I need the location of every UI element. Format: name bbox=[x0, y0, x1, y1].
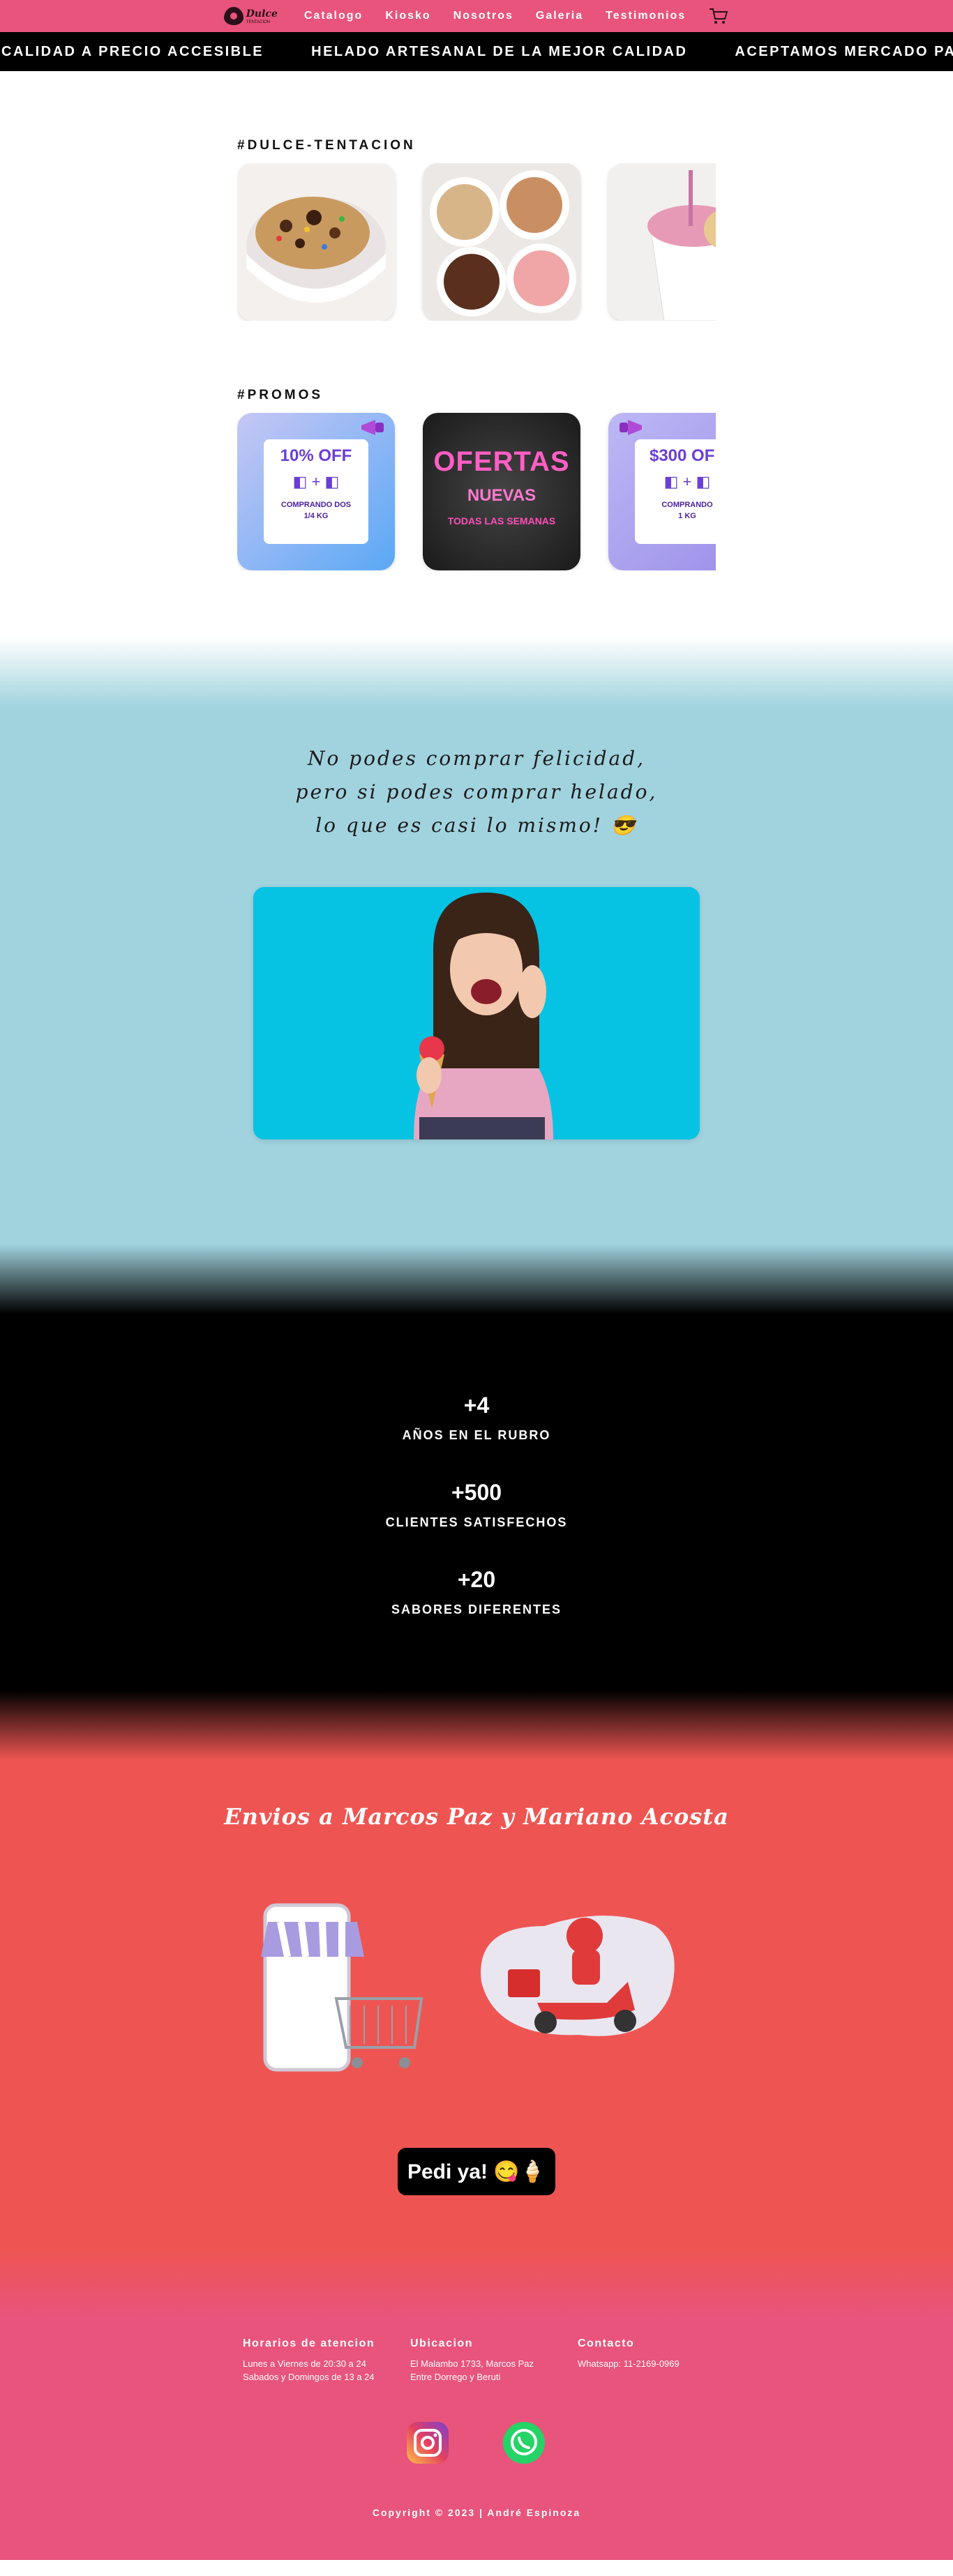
footer-hours: Horarios de atencion Lunes a Viernes de … bbox=[243, 2338, 375, 2384]
promo-card-ofertas[interactable]: OFERTAS NUEVAS TODAS LAS SEMANAS bbox=[423, 413, 580, 570]
footer-hours-line: Lunes a Viernes de 20:30 a 24 bbox=[243, 2358, 366, 2369]
megaphone-icon bbox=[614, 417, 645, 438]
promo-neon-title: OFERTAS bbox=[433, 446, 570, 477]
promo-panel: $300 OFF ◧ + ◧ COMPRANDO 1 KG bbox=[635, 439, 716, 544]
footer-hours-text: Lunes a Viernes de 20:30 a 24 Sabados y … bbox=[243, 2357, 375, 2384]
stat-years: +4 AÑOS EN EL RUBRO bbox=[0, 1393, 953, 1443]
gallery-image-ice-cream-tubs[interactable] bbox=[423, 163, 580, 321]
promos-section: #PROMOS 10% OFF ◧ + ◧ COMPRANDO DOS 1/4 … bbox=[237, 321, 716, 570]
quote-line: pero si podes comprar helado, bbox=[295, 780, 658, 803]
stat-value: +20 bbox=[457, 1567, 496, 1592]
gallery-section: #DULCE-TENTACION bbox=[237, 71, 716, 321]
nav-link-kiosko[interactable]: Kiosko bbox=[385, 10, 430, 22]
delivery-title: Envios a Marcos Paz y Mariano Acosta bbox=[224, 1803, 729, 1830]
order-now-button[interactable]: Pedi ya! 😋🍦 bbox=[398, 2148, 555, 2195]
gallery-image-cookie-cup[interactable] bbox=[237, 163, 395, 321]
footer-hours-title: Horarios de atencion bbox=[243, 2338, 375, 2349]
footer-location: Ubicacion El Malambo 1733, Marcos Paz En… bbox=[410, 2338, 534, 2384]
delivery-section: Envios a Marcos Paz y Mariano Acosta Ped… bbox=[0, 1725, 953, 2318]
stat-value: +4 bbox=[463, 1393, 490, 1418]
shop-cart-illustration bbox=[260, 1901, 428, 2077]
logo[interactable]: Dulce TENTACION bbox=[223, 7, 278, 25]
footer-location-text: El Malambo 1733, Marcos Paz Entre Dorreg… bbox=[410, 2357, 534, 2384]
promos-carousel[interactable]: 10% OFF ◧ + ◧ COMPRANDO DOS 1/4 KG OFERT… bbox=[237, 413, 716, 570]
gallery-title: #DULCE-TENTACION bbox=[237, 138, 416, 153]
gradient-fade bbox=[0, 1690, 953, 1760]
promo-panel: 10% OFF ◧ + ◧ COMPRANDO DOS 1/4 KG bbox=[264, 439, 368, 544]
gallery-carousel[interactable] bbox=[237, 163, 716, 321]
footer-contact-text: Whatsapp: 11-2169-0969 bbox=[578, 2357, 680, 2370]
logo-text: Dulce bbox=[246, 8, 278, 20]
logo-subtext: TENTACION bbox=[246, 20, 271, 24]
nav-link-nosotros[interactable]: Nosotros bbox=[453, 10, 513, 22]
footer-contact-line: Whatsapp: 11-2169-0969 bbox=[578, 2358, 680, 2369]
promo-line: 1/4 KG bbox=[303, 512, 329, 520]
promo-neon-caption: TODAS LAS SEMANAS bbox=[447, 515, 556, 526]
footer: Horarios de atencion Lunes a Viernes de … bbox=[0, 2283, 953, 2560]
delivery-scooter-illustration bbox=[467, 1905, 677, 2043]
footer-contact-title: Contacto bbox=[578, 2338, 635, 2349]
logo-wordmark: Dulce TENTACION bbox=[246, 8, 278, 24]
footer-contact: Contacto Whatsapp: 11-2169-0969 bbox=[578, 2338, 680, 2370]
footer-location-line: El Malambo 1733, Marcos Paz bbox=[410, 2358, 534, 2369]
promo-line: 1 KG bbox=[678, 512, 696, 520]
cart-icon[interactable] bbox=[708, 7, 729, 25]
copyright-text: Copyright © 2023 | André Espinoza bbox=[372, 2507, 581, 2518]
quote-text: No podes comprar felicidad, pero si pode… bbox=[0, 672, 953, 842]
nav-link-testimonios[interactable]: Testimonios bbox=[606, 10, 686, 22]
marquee-item: HELADO ARTESANAL DE LA MEJOR CALIDAD bbox=[311, 43, 688, 59]
promo-headline: 10% OFF bbox=[280, 446, 352, 465]
quote-line: lo que es casi lo mismo! 😎 bbox=[315, 814, 638, 837]
stat-label: CLIENTES SATISFECHOS bbox=[385, 1515, 568, 1529]
footer-hours-line: Sabados y Domingos de 13 a 24 bbox=[243, 2372, 375, 2382]
navbar: Dulce TENTACION Catalogo Kiosko Nosotros… bbox=[0, 0, 953, 32]
footer-location-title: Ubicacion bbox=[410, 2338, 473, 2349]
footer-location-line: Entre Dorrego y Beruti bbox=[410, 2372, 501, 2382]
hero-photo-girl-ice-cream bbox=[253, 887, 700, 1139]
heart-logo-icon bbox=[223, 7, 243, 25]
stat-clients: +500 CLIENTES SATISFECHOS bbox=[0, 1480, 953, 1530]
stat-label: SABORES DIFERENTES bbox=[391, 1603, 562, 1616]
whatsapp-icon[interactable] bbox=[501, 2420, 547, 2466]
promos-title: #PROMOS bbox=[237, 388, 324, 402]
cup-plus-cup-icon: ◧ + ◧ bbox=[292, 473, 340, 490]
gallery-image-milkshake[interactable] bbox=[608, 163, 716, 321]
stat-label: AÑOS EN EL RUBRO bbox=[402, 1428, 551, 1442]
gradient-fade bbox=[0, 1244, 953, 1314]
marquee-item: CALIDAD A PRECIO ACCESIBLE bbox=[1, 43, 264, 59]
instagram-icon[interactable] bbox=[405, 2420, 451, 2466]
gradient-fade bbox=[0, 2248, 953, 2318]
stat-value: +500 bbox=[451, 1480, 502, 1505]
marquee-item: ACEPTAMOS MERCADO PAGO bbox=[735, 43, 953, 59]
promo-line: COMPRANDO bbox=[661, 501, 713, 509]
promo-headline: $300 OFF bbox=[649, 446, 716, 465]
nav-link-galeria[interactable]: Galeria bbox=[536, 10, 583, 22]
marquee-banner: CALIDAD A PRECIO ACCESIBLE HELADO ARTESA… bbox=[0, 32, 953, 71]
promo-line: COMPRANDO DOS bbox=[280, 501, 352, 509]
megaphone-icon bbox=[359, 417, 389, 438]
promo-card-300-off[interactable]: $300 OFF ◧ + ◧ COMPRANDO 1 KG bbox=[608, 413, 716, 570]
promo-card-10-off[interactable]: 10% OFF ◧ + ◧ COMPRANDO DOS 1/4 KG bbox=[237, 413, 395, 570]
nav-link-catalogo[interactable]: Catalogo bbox=[304, 10, 363, 22]
cup-plus-cup-icon: ◧ + ◧ bbox=[663, 473, 711, 490]
stats-section: +4 AÑOS EN EL RUBRO +500 CLIENTES SATISF… bbox=[0, 1279, 953, 1760]
stat-flavors: +20 SABORES DIFERENTES bbox=[0, 1567, 953, 1617]
promo-neon-subtitle: NUEVAS bbox=[467, 486, 536, 505]
quote-section: No podes comprar felicidad, pero si pode… bbox=[0, 637, 953, 1314]
quote-line: No podes comprar felicidad, bbox=[307, 747, 646, 770]
